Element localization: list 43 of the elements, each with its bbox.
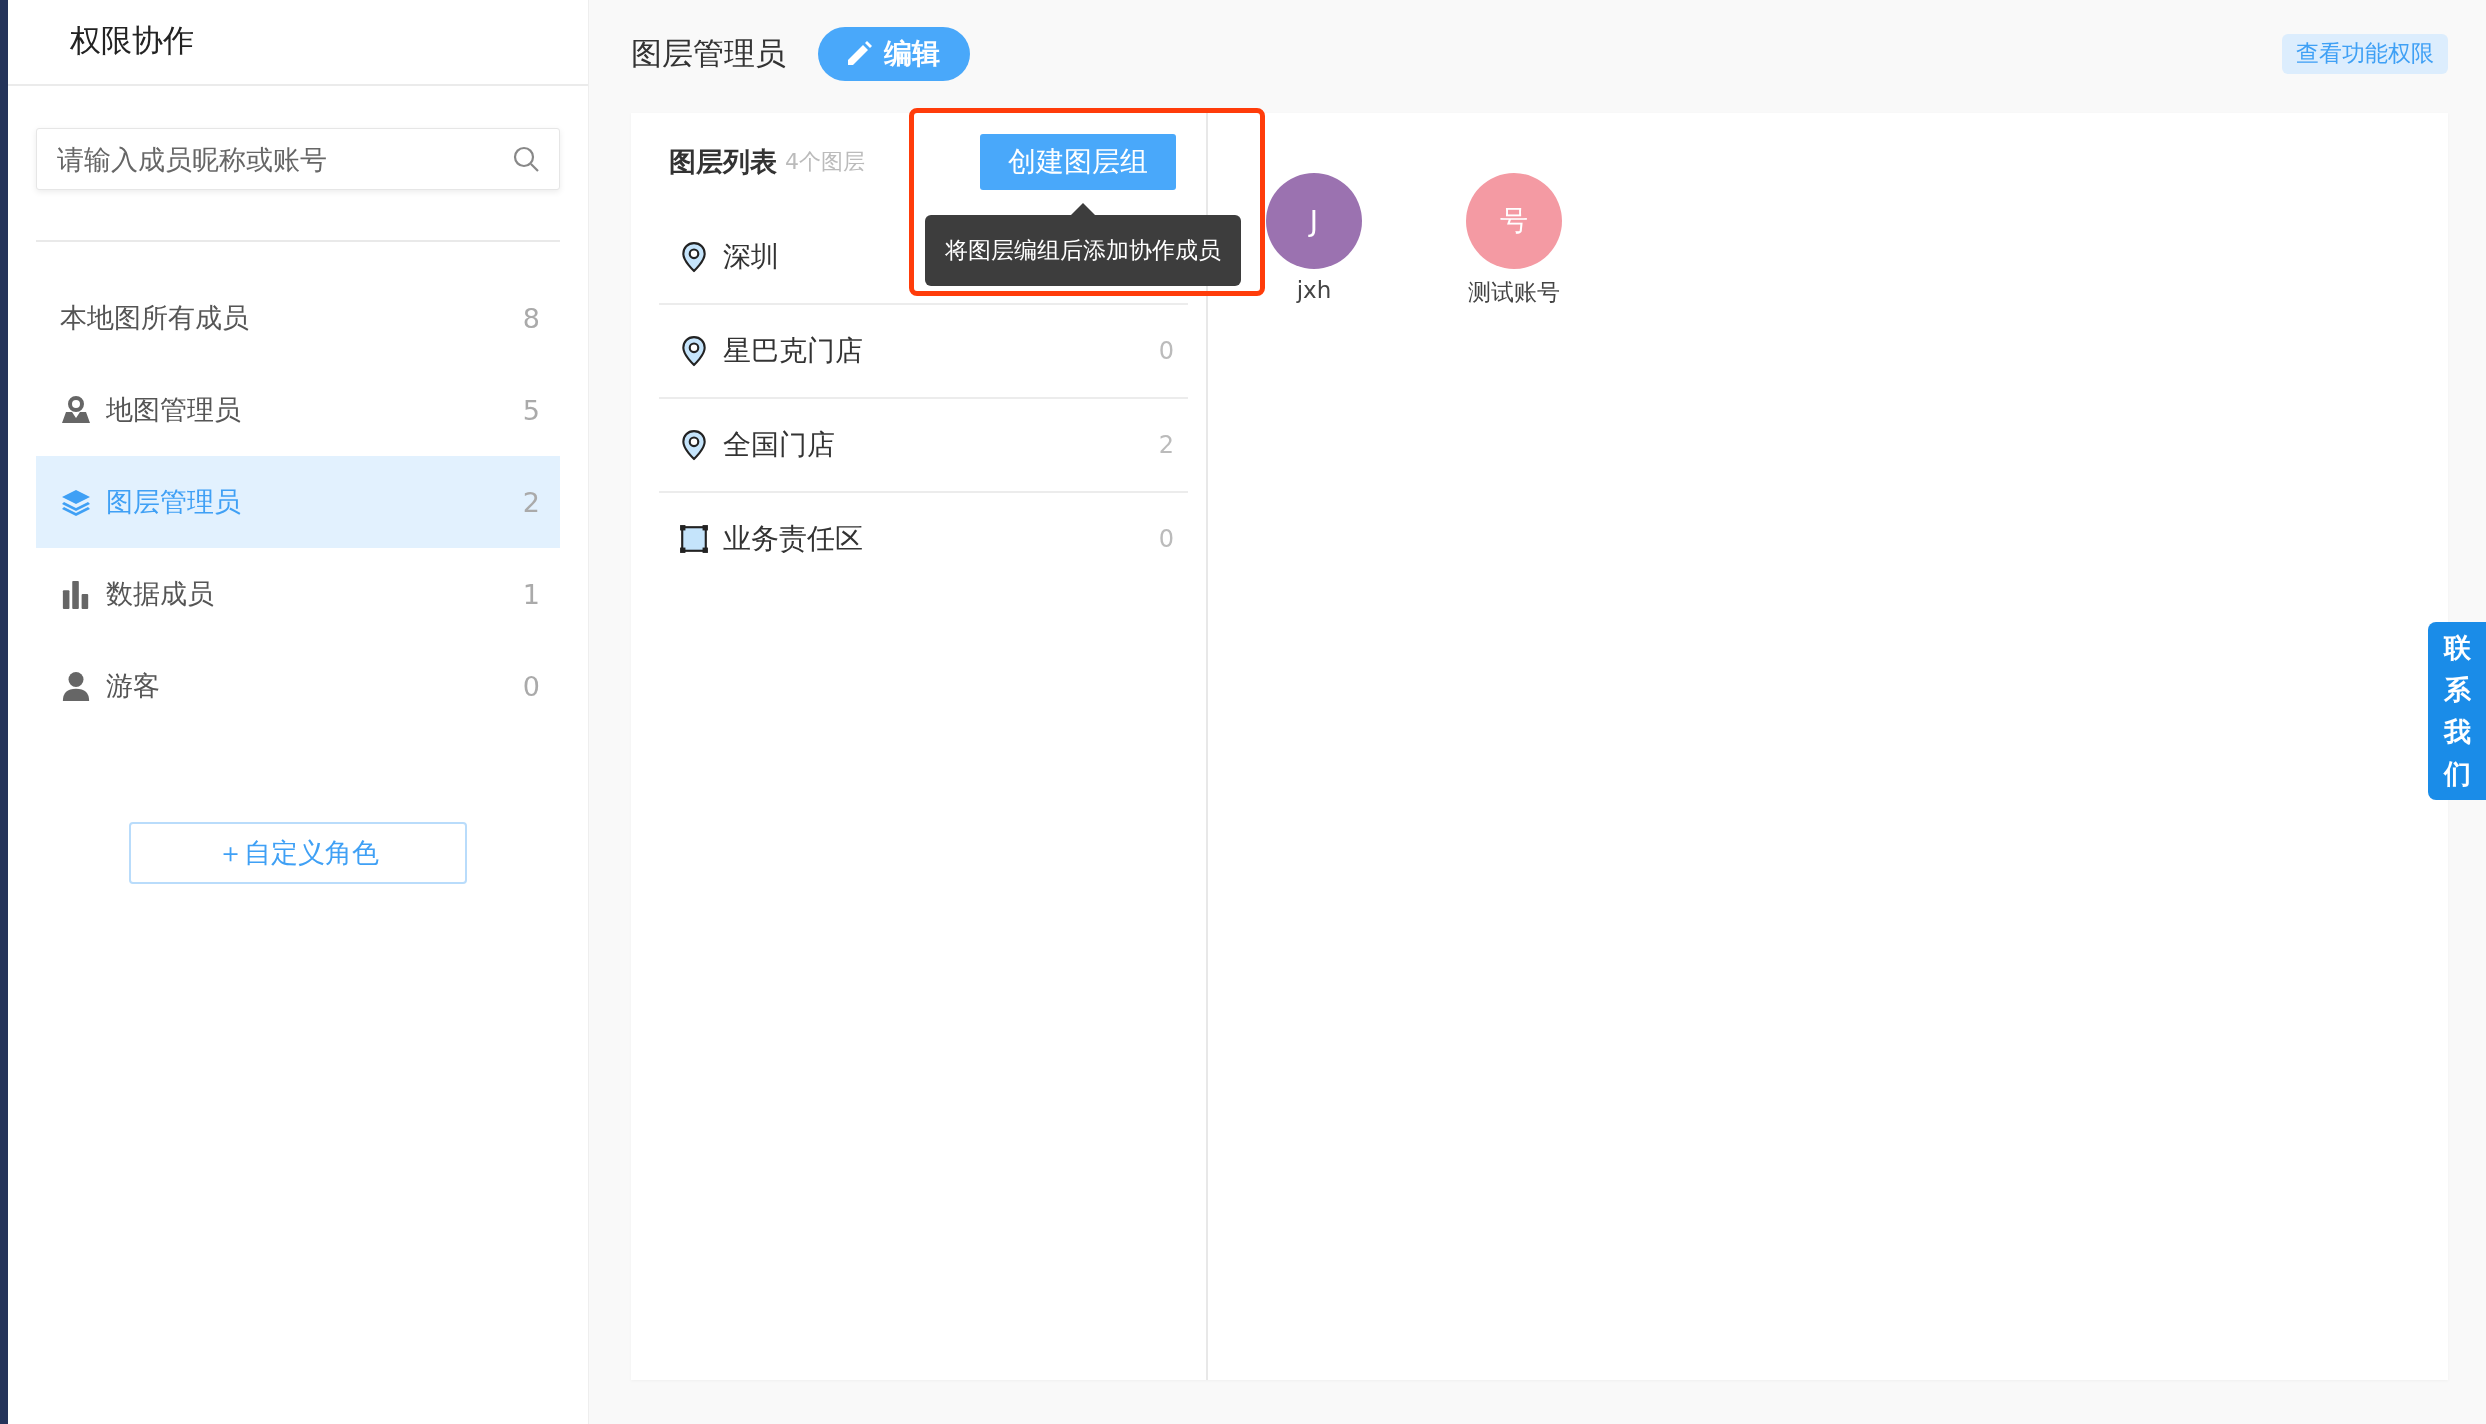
layer-name: 全国门店 <box>723 427 835 463</box>
layer-member-count: 2 <box>1158 431 1174 459</box>
sidebar-title: 权限协作 <box>8 0 588 86</box>
map-pin-icon <box>679 335 709 367</box>
role-item[interactable]: 本地图所有成员 8 <box>36 272 560 364</box>
role-count: 2 <box>522 486 540 518</box>
pencil-icon <box>846 40 872 67</box>
layer-name: 业务责任区 <box>723 521 863 557</box>
layer-count: 4个图层 <box>785 148 865 176</box>
layer-name: 深圳 <box>723 239 779 275</box>
layer-item[interactable]: 全国门店 2 <box>659 399 1188 493</box>
role-item[interactable]: 地图管理员 5 <box>36 364 560 456</box>
layer-name: 星巴克门店 <box>723 333 863 369</box>
layer-member-count: 0 <box>1158 337 1174 365</box>
contact-us-tab[interactable]: 联系我们 <box>2428 622 2486 800</box>
member-name: jxh <box>1296 277 1332 303</box>
role-label: 地图管理员 <box>106 393 242 427</box>
map-pin-icon <box>679 241 709 273</box>
search-field[interactable]: 请输入成员昵称或账号 <box>36 128 560 190</box>
role-count: 5 <box>522 394 540 426</box>
member-avatar[interactable]: J <box>1266 173 1362 269</box>
square-area-icon <box>679 523 709 555</box>
tooltip: 将图层编组后添加协作成员 <box>925 215 1241 286</box>
role-label: 本地图所有成员 <box>60 301 250 335</box>
layer-item[interactable]: 星巴克门店 0 <box>659 305 1188 399</box>
role-label: 图层管理员 <box>106 485 242 519</box>
role-count: 8 <box>522 302 540 334</box>
role-item[interactable]: 数据成员 1 <box>36 548 560 640</box>
layer-list-title: 图层列表 <box>669 145 777 179</box>
person-icon <box>60 671 92 701</box>
search-icon[interactable] <box>512 145 540 173</box>
member-name: 测试账号 <box>1468 278 1560 307</box>
layer-item[interactable]: 业务责任区 0 <box>659 493 1188 585</box>
map-person-icon <box>60 395 92 425</box>
page-title: 图层管理员 <box>631 33 786 73</box>
role-count: 1 <box>522 578 540 610</box>
role-item[interactable]: 游客 0 <box>36 640 560 732</box>
role-count: 0 <box>522 670 540 702</box>
role-label: 数据成员 <box>106 577 215 611</box>
map-pin-icon <box>679 429 709 461</box>
role-label: 游客 <box>106 669 161 703</box>
layer-member-count: 0 <box>1158 525 1174 553</box>
layers-icon <box>60 487 92 517</box>
